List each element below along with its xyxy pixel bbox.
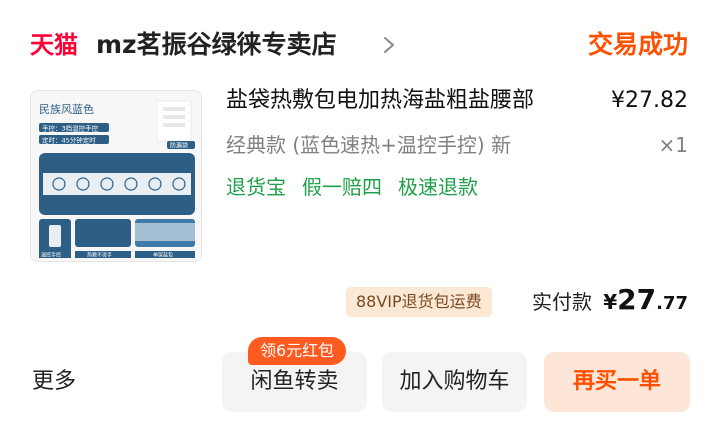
order-header: 天猫 mz茗振谷绿徕专卖店 交易成功 xyxy=(0,0,720,90)
thumb-feature-1: 手控：3档温控手控 xyxy=(42,124,99,133)
vip-return-badge: 88VIP退货包运费 xyxy=(346,287,492,317)
product-title[interactable]: 盐袋热敷包电加热海盐粗盐腰部 xyxy=(226,84,596,118)
rebuy-button[interactable]: 再买一单 xyxy=(544,352,690,412)
thumb-caption-1: 温控手控 xyxy=(41,252,61,259)
shop-name-link[interactable]: mz茗振谷绿徕专卖店 xyxy=(96,28,337,62)
paid-label: 实付款 xyxy=(532,290,592,314)
product-quantity: ×1 xyxy=(658,133,688,157)
product-thumbnail[interactable]: 民族风蓝色 手控：3档温控手控 定时：45分钟定时 防漏袋 温控手控 热敷不烫手… xyxy=(30,90,202,262)
product-price: ¥27.82 xyxy=(611,88,688,113)
product-sku: 经典款 (蓝色速热+温控手控) 新 xyxy=(226,133,512,157)
chevron-right-icon[interactable] xyxy=(382,36,396,54)
thumb-tag: 防漏袋 xyxy=(170,142,188,150)
order-status: 交易成功 xyxy=(587,30,688,59)
thumb-caption-2: 热敷不烫手 xyxy=(87,252,112,259)
tmall-logo: 天猫 xyxy=(30,31,78,59)
thumb-caption-3: 单层盐包 xyxy=(153,252,173,259)
thumb-label: 民族风蓝色 xyxy=(39,102,94,116)
service-tag: 极速退款 xyxy=(398,175,478,199)
currency-symbol: ¥ xyxy=(603,290,618,314)
service-tag: 假一赔四 xyxy=(302,175,382,199)
add-to-cart-button[interactable]: 加入购物车 xyxy=(382,352,527,412)
paid-amount: ¥27.77 xyxy=(603,280,688,324)
more-button[interactable]: 更多 xyxy=(32,365,76,399)
product-image: 民族风蓝色 手控：3档温控手控 定时：45分钟定时 防漏袋 温控手控 热敷不烫手… xyxy=(31,91,201,261)
coupon-badge[interactable]: 领6元红包 xyxy=(248,337,347,365)
amount-decimal: .77 xyxy=(656,293,688,314)
service-tag: 退货宝 xyxy=(226,175,286,199)
amount-integer: 27 xyxy=(617,283,657,316)
thumb-feature-2: 定时：45分钟定时 xyxy=(42,136,96,145)
service-tags: 退货宝 假一赔四 极速退款 xyxy=(226,170,478,204)
